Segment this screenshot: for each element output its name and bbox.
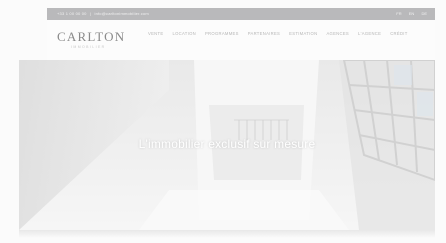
nav-credit[interactable]: CRÉDIT — [390, 31, 407, 36]
nav-location[interactable]: LOCATION — [172, 31, 196, 36]
top-contact-bar: +33 1 00 00 00 | info@carltonimmobilier.… — [47, 8, 435, 20]
phone-link[interactable]: +33 1 00 00 00 — [57, 11, 87, 16]
language-en[interactable]: EN — [409, 11, 415, 16]
email-link[interactable]: info@carltonimmobilier.com — [94, 11, 148, 16]
nav-l-agence[interactable]: L'AGENCE — [358, 31, 381, 36]
main-nav: VENTE LOCATION PROGRAMMES PARTENAIRES ES… — [148, 31, 418, 36]
language-fr[interactable]: FR — [396, 11, 401, 16]
nav-partenaires[interactable]: PARTENAIRES — [248, 31, 280, 36]
hero-bottom-edge — [19, 230, 435, 238]
nav-programmes[interactable]: PROGRAMMES — [205, 31, 239, 36]
logo-tagline: IMMOBILIER — [71, 45, 106, 49]
separator: | — [89, 11, 92, 16]
logo[interactable]: CARLTON IMMOBILIER — [57, 30, 125, 49]
site-header: CARLTON IMMOBILIER VENTE LOCATION PROGRA… — [47, 20, 435, 60]
nav-vente[interactable]: VENTE — [148, 31, 163, 36]
language-switcher: FR EN DE — [390, 11, 427, 16]
logo-name: CARLTON — [57, 29, 126, 44]
hero-title: L'immobilier exclusif sur mesure — [138, 137, 316, 151]
language-de[interactable]: DE — [421, 11, 427, 16]
nav-agences[interactable]: AGENCES — [326, 31, 349, 36]
contact-info: +33 1 00 00 00 | info@carltonimmobilier.… — [57, 11, 151, 16]
hero-banner: L'immobilier exclusif sur mesure — [19, 60, 435, 230]
nav-estimation[interactable]: ESTIMATION — [289, 31, 317, 36]
